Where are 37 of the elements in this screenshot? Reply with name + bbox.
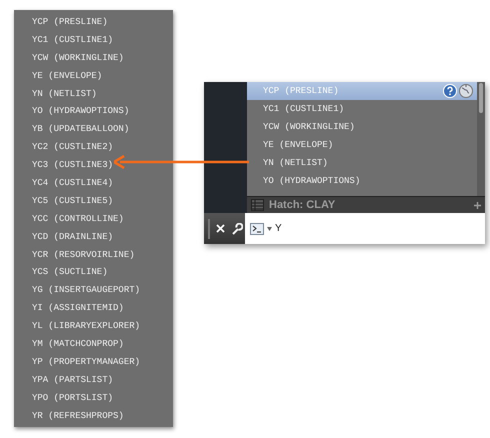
command-list-item: YCP (PRESLINE): [32, 16, 109, 29]
command-list-item: YC1 (CUSTLINE1): [32, 34, 114, 47]
command-list-item: YC3 (CUSTLINE3): [32, 159, 114, 172]
command-list-item: YCC (CONTROLLINE): [32, 212, 125, 226]
plus-icon[interactable]: [474, 202, 481, 208]
command-list-item: YCS (SUCTLINE): [32, 266, 109, 280]
autocomplete-item[interactable]: YE (ENVELOPE): [247, 136, 477, 154]
autocomplete-item[interactable]: YCW (WORKINGLINE): [247, 118, 477, 136]
command-list-item: YC2 (CUSTLINE2): [32, 141, 114, 154]
command-list-item: YI (ASSIGNITEMID): [32, 302, 125, 316]
autocomplete-item[interactable]: YO (HYDRAWOPTIONS): [247, 172, 477, 190]
command-list-item: YPO (PORTSLIST): [32, 392, 114, 405]
command-list-item: YR (REFRESHPROPS): [32, 410, 125, 423]
caret-icon[interactable]: [267, 226, 272, 230]
command-list-item: YM (MATCHCONPROP): [32, 338, 125, 352]
prompt-icon[interactable]: [250, 222, 264, 234]
command-input[interactable]: Y: [275, 223, 282, 234]
command-list-item: YE (ENVELOPE): [32, 70, 104, 83]
command-list-item: YPA (PARTSLIST): [32, 374, 114, 387]
command-list-item: YCR (RESORVOIRLINE): [32, 248, 136, 262]
arrow-icon: [114, 155, 249, 169]
command-list-item: YC5 (CUSTLINE5): [32, 194, 114, 208]
command-list-item: YN (NETLIST): [32, 88, 98, 101]
close-icon[interactable]: [216, 224, 225, 233]
help-icon[interactable]: [443, 84, 457, 98]
command-list-item: YB (UPDATEBALLOON): [32, 123, 130, 136]
hatch-label: Hatch: CLAY: [269, 199, 336, 211]
command-list-item: YG (INSERTGAUGEPORT): [32, 284, 142, 298]
autocomplete-item[interactable]: YN (NETLIST): [247, 154, 477, 172]
scrollbar[interactable]: [477, 82, 485, 196]
command-list-item: YO (HYDRAWOPTIONS): [32, 105, 130, 118]
autocomplete-item[interactable]: YC1 (CUSTLINE1): [247, 100, 477, 118]
command-list-item: YC4 (CUSTLINE4): [32, 177, 114, 190]
command-list-item: YL (LIBRARYEXPLORER): [32, 320, 142, 334]
command-list-item: YCW (WORKINGLINE): [32, 52, 125, 65]
command-list-item: YCD (DRAINLINE): [32, 230, 114, 244]
command-list-item: YP (PROPERTYMANAGER): [32, 356, 142, 369]
